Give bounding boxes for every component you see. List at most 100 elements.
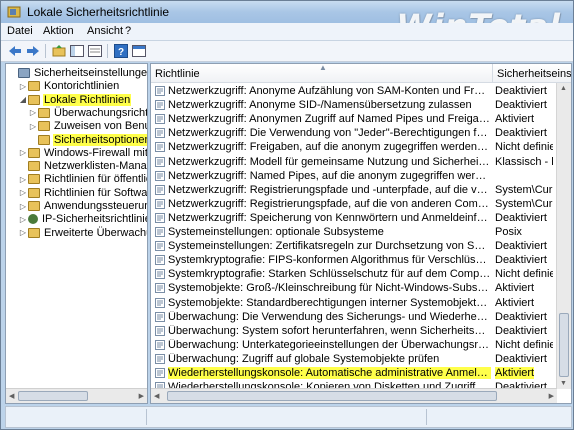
policy-row[interactable]: Systemeinstellungen: Zertifikatsregeln z… bbox=[151, 239, 555, 253]
forward-arrow-icon[interactable] bbox=[25, 43, 41, 59]
menu-ansicht[interactable]: Ansicht bbox=[87, 25, 123, 37]
tree-item[interactable]: ▷ Anwendungssteuerungsrichtl bbox=[18, 199, 147, 213]
horizontal-scrollbar[interactable]: ◀ ▶ bbox=[151, 388, 557, 403]
policy-row[interactable]: Überwachung: Unterkategorieeinstellungen… bbox=[151, 338, 555, 352]
policy-row[interactable]: Netzwerkzugriff: Speicherung von Kennwör… bbox=[151, 211, 555, 225]
menu-aktion[interactable]: Aktion bbox=[43, 25, 74, 37]
policy-icon bbox=[155, 212, 165, 223]
menu-help[interactable]: ? bbox=[125, 25, 131, 37]
vertical-scroll-thumb[interactable] bbox=[559, 313, 569, 377]
up-folder-icon[interactable] bbox=[51, 43, 67, 59]
collapsed-arrow-icon[interactable]: ▷ bbox=[18, 82, 28, 91]
policy-setting: Aktiviert bbox=[495, 113, 535, 126]
policy-name: Überwachung: Unterkategorieeinstellungen… bbox=[168, 338, 491, 351]
scroll-up-icon[interactable]: ▲ bbox=[560, 85, 567, 92]
horizontal-scroll-thumb[interactable] bbox=[167, 391, 497, 401]
policy-row[interactable]: Überwachung: Die Verwendung des Sicherun… bbox=[151, 310, 555, 324]
policy-row[interactable]: Netzwerkzugriff: Die Verwendung von "Jed… bbox=[151, 126, 555, 140]
tree-item[interactable]: ▷ Windows-Firewall mit erwe bbox=[18, 146, 147, 160]
tree-horizontal-scrollbar[interactable]: ◀ ▶ bbox=[6, 388, 147, 403]
collapsed-arrow-icon[interactable]: ▷ bbox=[18, 188, 28, 197]
tree-item[interactable]: ▷ Richtlinien für Softwareeins bbox=[18, 186, 147, 200]
help-icon[interactable]: ? bbox=[113, 43, 129, 59]
policy-row[interactable]: Netzwerkzugriff: Anonyme SID-/Namensüber… bbox=[151, 98, 555, 112]
policy-name: Netzwerkzugriff: Anonymen Zugriff auf Na… bbox=[168, 113, 491, 126]
collapsed-arrow-icon[interactable]: ▷ bbox=[28, 122, 38, 131]
policy-icon bbox=[155, 170, 165, 181]
tree-item-label: Anwendungssteuerungsrichtl bbox=[44, 200, 147, 212]
scroll-down-icon[interactable]: ▼ bbox=[560, 380, 567, 387]
policy-icon bbox=[155, 339, 165, 350]
policy-setting: Deaktiviert bbox=[495, 127, 547, 140]
policy-icon bbox=[155, 114, 165, 125]
tree-item[interactable]: ▷ Zuweisen von Benutzerr bbox=[28, 119, 147, 133]
policy-row[interactable]: Netzwerkzugriff: Registrierungspfade, au… bbox=[151, 197, 555, 211]
console-icon[interactable] bbox=[87, 43, 103, 59]
policy-row[interactable]: Systemeinstellungen: optionale Subsystem… bbox=[151, 225, 555, 239]
tree-item[interactable]: Sicherheitseinstellungen bbox=[8, 66, 147, 80]
policy-name: Netzwerkzugriff: Named Pipes, auf die an… bbox=[168, 169, 491, 182]
policy-name: Netzwerkzugriff: Anonyme SID-/Namensüber… bbox=[168, 99, 472, 112]
tree-item[interactable]: ▷ Richtlinien für öffentliche S bbox=[18, 172, 147, 186]
policy-row[interactable]: Systemobjekte: Standardberechtigungen in… bbox=[151, 296, 555, 310]
policy-setting: Deaktiviert bbox=[495, 85, 547, 97]
policy-row[interactable]: Systemkryptografie: FIPS-konformen Algor… bbox=[151, 253, 555, 267]
policy-icon bbox=[155, 283, 165, 294]
collapsed-arrow-icon[interactable]: ▷ bbox=[18, 202, 28, 211]
back-arrow-icon[interactable] bbox=[7, 43, 23, 59]
expanded-arrow-icon[interactable]: ◢ bbox=[18, 95, 28, 104]
policy-row[interactable]: Netzwerkzugriff: Named Pipes, auf die an… bbox=[151, 169, 555, 183]
policy-icon bbox=[155, 198, 165, 209]
column-header-setting[interactable]: Sicherheitseinst bbox=[493, 64, 571, 83]
properties-icon[interactable] bbox=[131, 43, 147, 59]
scroll-right-icon[interactable]: ▶ bbox=[549, 392, 554, 400]
folder-icon bbox=[28, 81, 40, 92]
scroll-left-icon[interactable]: ◀ bbox=[154, 392, 159, 400]
tree-hscroll-thumb[interactable] bbox=[18, 391, 88, 401]
title-bar[interactable]: Lokale Sicherheitsrichtlinie WinTotal bbox=[1, 1, 573, 42]
tree-item[interactable]: ▷ Erweiterte Überwachungsrich bbox=[18, 226, 147, 240]
policy-name: Systemkryptografie: Starken Schlüsselsch… bbox=[168, 268, 491, 281]
policy-row[interactable]: Netzwerkzugriff: Anonymen Zugriff auf Na… bbox=[151, 112, 555, 126]
policy-setting: Aktiviert bbox=[495, 282, 535, 295]
policy-icon bbox=[155, 184, 165, 195]
policy-row[interactable]: Systemobjekte: Groß-/Kleinschreibung für… bbox=[151, 281, 555, 295]
policy-row[interactable]: Netzwerkzugriff: Anonyme Aufzählung von … bbox=[151, 84, 555, 98]
policy-icon bbox=[155, 142, 165, 153]
policy-setting: Deaktiviert bbox=[495, 310, 547, 323]
policy-setting: System\Curren bbox=[495, 197, 553, 210]
collapsed-arrow-icon[interactable]: ▷ bbox=[18, 148, 28, 157]
collapsed-arrow-icon[interactable]: ▷ bbox=[28, 108, 38, 117]
menu-datei[interactable]: Datei bbox=[7, 25, 33, 37]
policy-row[interactable]: Überwachung: System sofort herunterfahre… bbox=[151, 324, 555, 338]
policy-name: Netzwerkzugriff: Registrierungspfade, au… bbox=[168, 197, 491, 210]
policy-icon bbox=[155, 269, 165, 280]
tree-item[interactable]: ▷ IP-Sicherheitsrichtlinien auf bbox=[18, 212, 147, 226]
collapsed-arrow-icon[interactable]: ▷ bbox=[18, 228, 28, 237]
policy-row[interactable]: Netzwerkzugriff: Freigaben, auf die anon… bbox=[151, 140, 555, 154]
policy-row[interactable]: Systemkryptografie: Starken Schlüsselsch… bbox=[151, 267, 555, 281]
policy-icon bbox=[155, 368, 165, 378]
policy-row[interactable]: Netzwerkzugriff: Modell für gemeinsame N… bbox=[151, 155, 555, 169]
tree-item[interactable]: ▷ Überwachungsrichtlinie bbox=[28, 106, 147, 120]
tree-item[interactable]: Netzwerklisten-Manager-Ri bbox=[18, 159, 147, 173]
column-header-policy[interactable]: Richtlinie ▲ bbox=[151, 64, 493, 83]
vertical-scrollbar[interactable]: ▲ ▼ bbox=[556, 83, 571, 389]
tree-item[interactable]: ▷ Kontorichtlinien bbox=[18, 79, 120, 93]
show-hide-tree-icon[interactable] bbox=[69, 43, 85, 59]
policy-name: Netzwerkzugriff: Speicherung von Kennwör… bbox=[168, 211, 491, 224]
collapsed-arrow-icon[interactable]: ▷ bbox=[18, 215, 28, 224]
tree-item[interactable]: ◢ Lokale Richtlinien bbox=[18, 93, 132, 107]
scroll-left-icon[interactable]: ◀ bbox=[9, 392, 14, 400]
collapsed-arrow-icon[interactable]: ▷ bbox=[18, 175, 28, 184]
column-header-policy-label: Richtlinie bbox=[155, 68, 200, 80]
folder-icon bbox=[28, 201, 40, 211]
tree-item[interactable]: Sicherheitsoptionen bbox=[28, 133, 147, 147]
policy-row[interactable]: Netzwerkzugriff: Registrierungspfade und… bbox=[151, 183, 555, 197]
policy-row[interactable]: Wiederherstellungskonsole: Automatische … bbox=[151, 366, 555, 380]
policy-row[interactable]: Überwachung: Zugriff auf globale Systemo… bbox=[151, 352, 555, 366]
policy-name: Überwachung: Die Verwendung des Sicherun… bbox=[168, 310, 491, 323]
scroll-right-icon[interactable]: ▶ bbox=[139, 392, 144, 400]
policy-name: Netzwerkzugriff: Registrierungspfade und… bbox=[168, 183, 491, 196]
security-settings-icon bbox=[18, 68, 30, 78]
